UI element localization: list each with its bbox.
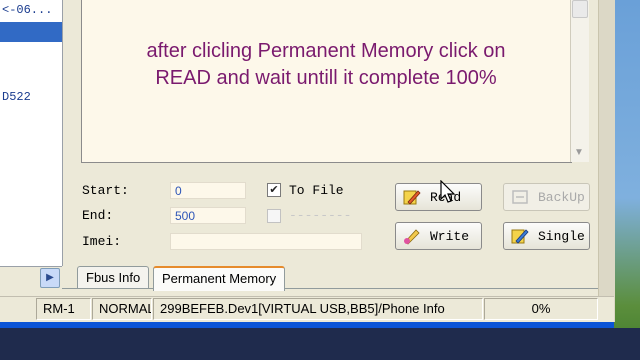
scroll-down-icon[interactable]: ▼ [572,146,586,160]
status-progress: 0% [484,298,598,320]
status-mode: NORMAL [92,298,152,320]
taskbar-area [0,328,640,360]
write-button-label: Write [430,228,470,244]
tree-item-selected[interactable] [0,22,62,42]
tab-strip-line [62,288,598,289]
to-file-checkbox[interactable]: ✔ [267,183,281,197]
imei-label: Imei: [82,234,122,249]
single-pencil-icon [510,227,530,245]
status-model: RM-1 [36,298,91,320]
second-checkbox-label: -------- [289,208,352,223]
write-button[interactable]: Write [395,222,482,250]
to-file-label: To File [289,183,344,198]
start-label: Start: [82,183,129,198]
pencil-icon [402,188,422,206]
instruction-line-1: after clicling Permanent Memory click on [146,40,506,62]
message-vertical-scrollbar[interactable] [570,0,589,162]
end-input[interactable]: 500 [170,207,246,224]
scroll-right-icon[interactable]: ▶ [40,268,60,288]
status-device: 299BEFEB.Dev1[VIRTUAL USB,BB5]/Phone Inf… [153,298,483,320]
tab-permanent-memory[interactable]: Permanent Memory [153,266,286,291]
instruction-text: after clicling Permanent Memory click on… [92,38,560,92]
start-input[interactable]: 0 [170,182,246,199]
imei-input[interactable] [170,233,362,250]
tab-fbus-info[interactable]: Fbus Info [77,266,150,288]
tree-item-top[interactable]: <-06... [2,3,52,17]
backup-icon [510,188,530,206]
desktop-background [612,0,640,360]
single-button[interactable]: Single [503,222,590,250]
single-button-label: Single [538,228,585,244]
mouse-cursor-icon [440,179,458,204]
instruction-line-2: READ and wait untill it complete 100% [155,67,497,89]
read-button[interactable]: Read [395,183,482,211]
backup-button-label: BackUp [538,189,585,205]
end-label: End: [82,208,114,223]
scrollbar-thumb[interactable] [572,0,588,18]
tree-item-bottom[interactable]: D522 [2,90,31,104]
write-pencil-icon [402,227,422,245]
window-right-edge [598,0,615,322]
backup-button[interactable]: BackUp [503,183,590,211]
second-checkbox[interactable] [267,209,281,223]
